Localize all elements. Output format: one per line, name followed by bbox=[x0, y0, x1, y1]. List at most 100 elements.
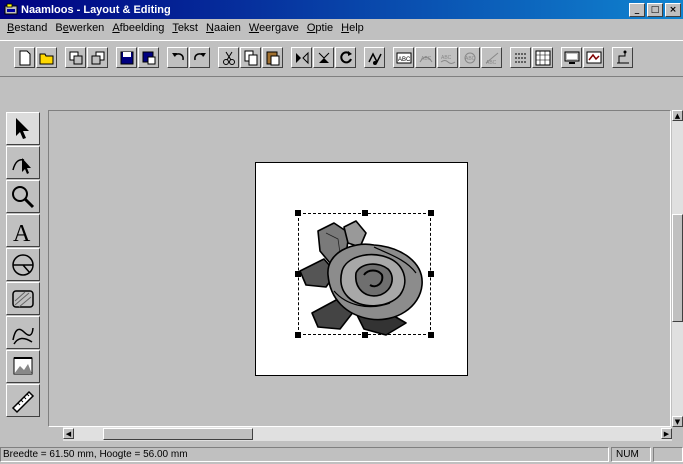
toolbar-group bbox=[291, 47, 356, 68]
toolbar-group bbox=[167, 47, 210, 68]
text-tool[interactable]: A bbox=[6, 214, 40, 247]
toolbar: ABC ABC ABC ABC ABC bbox=[0, 40, 683, 74]
point-edit-tool[interactable] bbox=[6, 146, 40, 179]
menu-item-bestand[interactable]: Bestand bbox=[3, 22, 51, 34]
title-bar: Naamloos - Layout & Editing _ □ × bbox=[0, 0, 683, 19]
vertical-scrollbar[interactable]: ▲ ▼ bbox=[672, 110, 683, 427]
scroll-up-arrow-icon[interactable]: ▲ bbox=[672, 110, 683, 121]
menu-item-afbeelding[interactable]: Afbeelding bbox=[108, 22, 168, 34]
status-panel-empty bbox=[653, 447, 683, 462]
undo-icon bbox=[171, 52, 184, 60]
display-button[interactable] bbox=[561, 47, 582, 68]
menu-item-weergave[interactable]: Weergave bbox=[245, 22, 303, 34]
toolbar-group bbox=[116, 47, 159, 68]
rotate-icon bbox=[339, 50, 352, 63]
arrow-icon bbox=[16, 117, 29, 139]
pattern-button[interactable] bbox=[510, 47, 531, 68]
select-tool[interactable] bbox=[6, 112, 40, 145]
point-edit-icon bbox=[12, 157, 31, 174]
measure-tool[interactable] bbox=[6, 384, 40, 417]
text-slope-button[interactable]: ABC bbox=[481, 47, 502, 68]
grid-icon bbox=[535, 50, 550, 65]
resize-handle-s[interactable] bbox=[362, 332, 368, 338]
text-circle-button[interactable]: ABC bbox=[459, 47, 480, 68]
stitch-view-button[interactable] bbox=[364, 47, 385, 68]
image-tool[interactable] bbox=[6, 350, 40, 383]
pattern-icon bbox=[514, 53, 527, 62]
sewing-order-icon bbox=[616, 50, 629, 63]
grid-button[interactable] bbox=[532, 47, 553, 68]
design-canvas[interactable] bbox=[48, 110, 671, 427]
window-title: Naamloos - Layout & Editing bbox=[21, 3, 171, 16]
import-button[interactable] bbox=[65, 47, 86, 68]
display-icon bbox=[564, 51, 579, 64]
toolbar-group bbox=[612, 47, 633, 68]
menu-item-tekst[interactable]: Tekst bbox=[168, 22, 202, 34]
rectangle-tool[interactable] bbox=[6, 282, 40, 315]
new-file-button[interactable] bbox=[14, 47, 35, 68]
copy-button[interactable] bbox=[240, 47, 261, 68]
mirror-button[interactable] bbox=[291, 47, 312, 68]
resize-handle-n[interactable] bbox=[362, 210, 368, 216]
save-as-button[interactable] bbox=[138, 47, 159, 68]
copy-icon bbox=[244, 50, 257, 65]
realistic-view-icon bbox=[586, 51, 601, 63]
horizontal-scroll-thumb[interactable] bbox=[103, 428, 253, 440]
undo-button[interactable] bbox=[167, 47, 188, 68]
paste-button[interactable] bbox=[262, 47, 283, 68]
text-abc-button[interactable]: ABC bbox=[393, 47, 414, 68]
stitch-view-icon bbox=[367, 51, 382, 65]
maximize-button[interactable]: □ bbox=[647, 2, 663, 17]
scroll-down-arrow-icon[interactable]: ▼ bbox=[672, 416, 683, 427]
resize-handle-se[interactable] bbox=[428, 332, 434, 338]
zoom-tool[interactable] bbox=[6, 180, 40, 213]
toolbar-group bbox=[218, 47, 283, 68]
resize-handle-e[interactable] bbox=[428, 271, 434, 277]
toolbar-group bbox=[14, 47, 57, 68]
toolbar-group bbox=[510, 47, 553, 68]
flip-icon bbox=[318, 52, 329, 63]
svg-text:ABC: ABC bbox=[486, 60, 497, 66]
resize-handle-sw[interactable] bbox=[295, 332, 301, 338]
resize-handle-ne[interactable] bbox=[428, 210, 434, 216]
menu-item-help[interactable]: Help bbox=[337, 22, 368, 34]
cut-button[interactable] bbox=[218, 47, 239, 68]
menu-item-naaien[interactable]: Naaien bbox=[202, 22, 245, 34]
selection-box[interactable] bbox=[295, 210, 434, 338]
realistic-view-button[interactable] bbox=[583, 47, 604, 68]
redo-button[interactable] bbox=[189, 47, 210, 68]
save-button[interactable] bbox=[116, 47, 137, 68]
toolbar-group bbox=[561, 47, 604, 68]
horizontal-scrollbar[interactable]: ◀ ▶ bbox=[63, 427, 672, 441]
open-folder-button[interactable] bbox=[36, 47, 57, 68]
menu-item-bewerken[interactable]: Bewerken bbox=[51, 22, 108, 34]
tool-palette: A bbox=[6, 112, 42, 424]
property-strip bbox=[0, 76, 683, 106]
menu-item-optie[interactable]: Optie bbox=[303, 22, 337, 34]
image-icon bbox=[13, 356, 33, 374]
resize-handle-nw[interactable] bbox=[295, 210, 301, 216]
num-lock-indicator: NUM bbox=[611, 447, 651, 462]
minimize-button[interactable]: _ bbox=[629, 2, 645, 17]
scroll-right-arrow-icon[interactable]: ▶ bbox=[661, 428, 672, 439]
shape-tool[interactable] bbox=[6, 248, 40, 281]
stitch-icon bbox=[12, 327, 34, 344]
text-slope-icon: ABC bbox=[485, 52, 498, 66]
text-a-icon: A bbox=[13, 221, 31, 244]
rotate-button[interactable] bbox=[335, 47, 356, 68]
close-button[interactable]: × bbox=[665, 2, 681, 17]
status-bar: Breedte = 61.50 mm, Hoogte = 56.00 mm NU… bbox=[0, 445, 683, 464]
dimensions-status: Breedte = 61.50 mm, Hoogte = 56.00 mm bbox=[0, 447, 609, 462]
vertical-scroll-thumb[interactable] bbox=[672, 214, 683, 322]
scroll-left-arrow-icon[interactable]: ◀ bbox=[63, 428, 74, 439]
open-folder-icon bbox=[39, 53, 53, 64]
sewing-order-button[interactable] bbox=[612, 47, 633, 68]
text-abc-icon: ABC bbox=[396, 52, 411, 63]
flip-button[interactable] bbox=[313, 47, 334, 68]
save-as-icon bbox=[142, 51, 155, 64]
resize-handle-w[interactable] bbox=[295, 271, 301, 277]
text-arc-button[interactable]: ABC bbox=[415, 47, 436, 68]
stitch-tool[interactable] bbox=[6, 316, 40, 349]
export-button[interactable] bbox=[87, 47, 108, 68]
text-wave-button[interactable]: ABC bbox=[437, 47, 458, 68]
